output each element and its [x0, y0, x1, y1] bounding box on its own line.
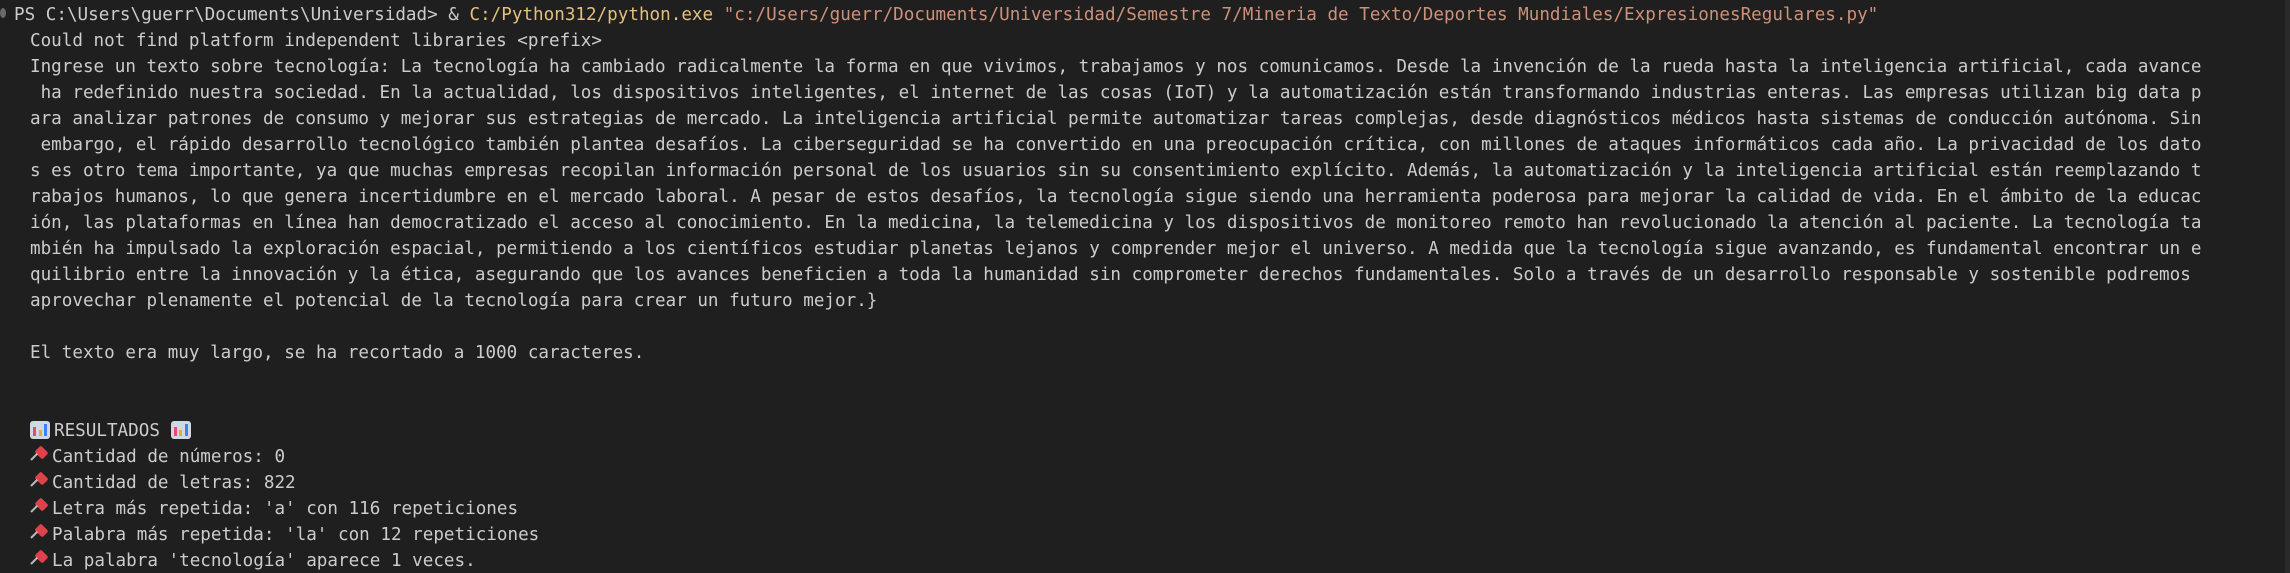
terminal-panel[interactable]: PS C:\Users\guerr\Documents\Universidad>…: [0, 0, 2290, 573]
output-line: quilibrio entre la innovación y la ética…: [30, 265, 2191, 285]
script-path: "c:/Users/guerr/Documents/Universidad/Se…: [723, 5, 1879, 25]
output-line: mbién ha impulsado la exploración espaci…: [30, 239, 2202, 259]
result-text: Cantidad de números: 0: [52, 447, 286, 467]
pushpin-icon: [30, 549, 49, 569]
vertical-scrollbar[interactable]: [2285, 0, 2290, 573]
pushpin-icon: [30, 497, 49, 517]
truncation-notice: El texto era muy largo, se ha recortado …: [30, 343, 645, 363]
result-text: Letra más repetida: 'a' con 116 repetici…: [52, 499, 519, 519]
bar-chart-icon: [170, 421, 191, 439]
output-line: aprovechar plenamente el potencial de la…: [30, 291, 878, 311]
result-text: La palabra 'tecnología' aparece 1 veces.: [52, 551, 476, 571]
result-item: Cantidad de letras: 822: [0, 470, 2290, 496]
output-line: ara analizar patrones de consumo y mejor…: [30, 109, 2202, 129]
pushpin-icon: [30, 471, 49, 491]
result-text: Palabra más repetida: 'la' con 12 repeti…: [52, 525, 540, 545]
result-item: Letra más repetida: 'a' con 116 repetici…: [0, 496, 2290, 522]
bar-chart-icon: [30, 421, 50, 439]
result-item: La palabra 'tecnología' aparece 1 veces.: [0, 548, 2290, 573]
python-executable: C:/Python312/python.exe: [469, 5, 714, 25]
command-line: PS C:\Users\guerr\Documents\Universidad>…: [0, 2, 2290, 28]
output-line: embargo, el rápido desarrollo tecnológic…: [30, 135, 2202, 155]
result-item: Palabra más repetida: 'la' con 12 repeti…: [0, 522, 2290, 548]
prompt: PS C:\Users\guerr\Documents\Universidad>…: [14, 5, 470, 25]
output-line: rabajos humanos, lo que genera incertidu…: [30, 187, 2202, 207]
output-line: Ingrese un texto sobre tecnología: La te…: [30, 57, 2202, 77]
result-item: Cantidad de números: 0: [0, 444, 2290, 470]
results-title: RESULTADOS: [54, 421, 160, 441]
results-header: RESULTADOS: [0, 418, 2290, 444]
command-decoration-icon[interactable]: [0, 8, 6, 18]
output-line: s es otro tema importante, ya que muchas…: [30, 161, 2202, 181]
result-text: Cantidad de letras: 822: [52, 473, 296, 493]
output-line: ha redefinido nuestra sociedad. En la ac…: [30, 83, 2202, 103]
pushpin-icon: [30, 445, 49, 465]
output-line: ión, las plataformas en línea han democr…: [30, 213, 2202, 233]
pushpin-icon: [30, 523, 49, 543]
warning-line: Could not find platform independent libr…: [30, 31, 602, 51]
